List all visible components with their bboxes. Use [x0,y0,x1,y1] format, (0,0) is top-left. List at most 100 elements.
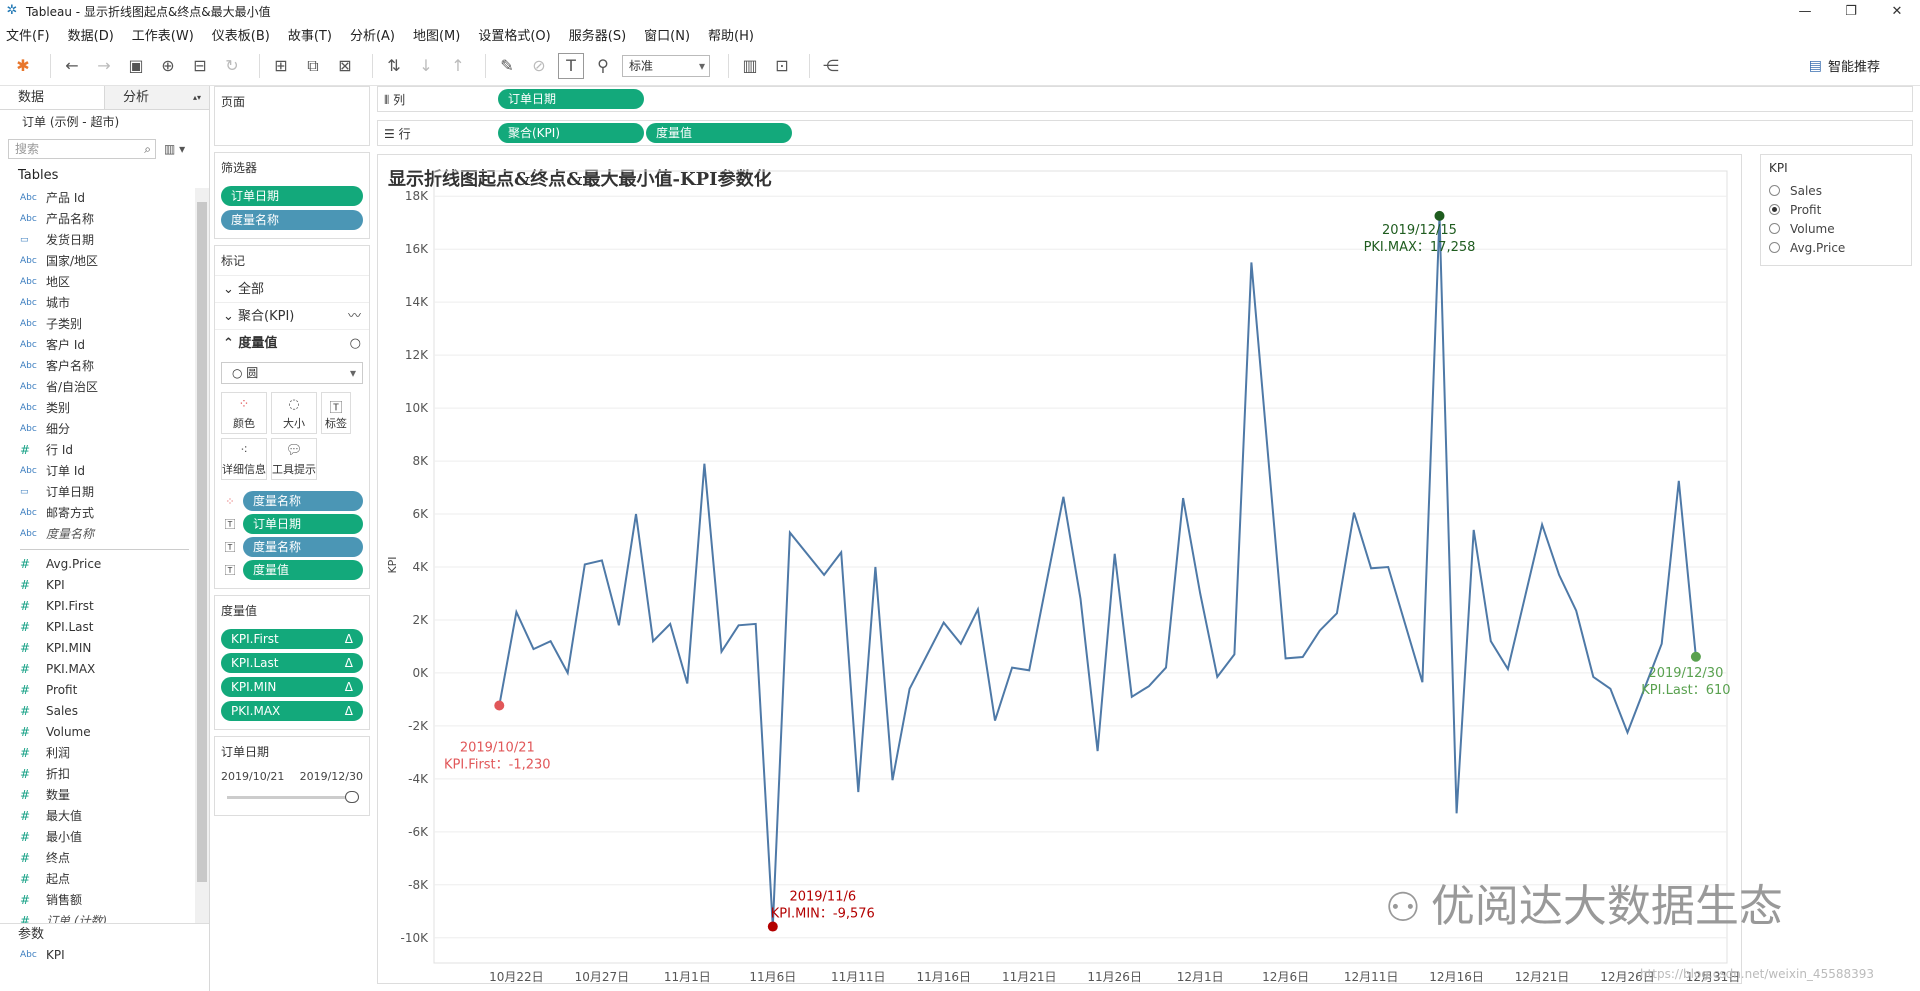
pages-card[interactable]: 页面 [214,86,370,146]
field-item[interactable]: Abc 订单 Id [0,461,209,482]
highlight-icon[interactable]: ✎ [494,53,520,79]
sort-descending-icon[interactable]: ↑ [445,53,471,79]
field-item[interactable]: Abc KPI [0,945,209,966]
label-button[interactable]: 🅃 标签 [321,392,351,434]
fit-select[interactable]: 标准 [622,54,710,77]
refresh-icon[interactable]: ↻ [219,53,245,79]
marks-measure-row[interactable]: ⌃ 度量值 ○ [215,329,369,356]
field-item[interactable]: # 利润 [0,743,209,764]
slider-handle[interactable] [345,791,359,803]
menu-item-7[interactable]: 设置格式(O) [478,25,550,44]
tooltip-button[interactable]: 💬︎ 工具提示 [271,438,317,480]
menu-item-2[interactable]: 工作表(W) [132,25,194,44]
group-icon[interactable]: ⊘ [526,53,552,79]
show-labels-icon[interactable]: T [558,52,584,79]
field-item[interactable]: ▭ 发货日期 [0,230,209,251]
close-button[interactable]: ✕ [1874,0,1920,22]
color-button[interactable]: ⁘ 颜色 [221,392,267,434]
field-item[interactable]: # 折扣 [0,764,209,785]
radio-button[interactable] [1769,204,1780,215]
field-item[interactable]: # PKI.MAX [0,659,209,680]
smart-recommend-button[interactable]: ▤ 智能推荐 [1809,56,1880,76]
measure-pill-kpi-min[interactable]: KPI.MIN Δ [221,677,363,697]
rows-pill-agg-kpi[interactable]: 聚合(KPI) [498,123,644,143]
columns-shelf[interactable]: ⦀ 列 订单日期 [377,86,1913,112]
view-list-icon[interactable]: ▥ ▾ [164,142,185,156]
field-item[interactable]: Abc 细分 [0,419,209,440]
mark-pill-order-date[interactable]: 订单日期 [243,514,363,534]
tableau-home-icon[interactable]: ✱ [10,53,36,79]
filters-card[interactable]: 筛选器 订单日期 度量名称 [214,152,370,239]
menu-item-6[interactable]: 地图(M) [413,25,460,44]
field-item[interactable]: Abc 客户名称 [0,356,209,377]
search-input[interactable]: 搜索 ⌕ [8,139,156,159]
menu-item-3[interactable]: 仪表板(B) [212,25,270,44]
menu-item-5[interactable]: 分析(A) [350,25,395,44]
field-item[interactable]: # KPI.First [0,596,209,617]
field-item[interactable]: Abc 省/自治区 [0,377,209,398]
kpi-option-sales[interactable]: Sales [1761,181,1911,200]
kpi-option-avg-price[interactable]: Avg.Price [1761,238,1911,257]
new-worksheet-icon[interactable]: ⊞ [268,53,294,79]
field-item[interactable]: Abc 类别 [0,398,209,419]
field-item[interactable]: Abc 城市 [0,293,209,314]
menu-item-8[interactable]: 服务器(S) [569,25,626,44]
field-item[interactable]: # 终点 [0,848,209,869]
measure-pill-kpi-last[interactable]: KPI.Last Δ [221,653,363,673]
clear-sheet-icon[interactable]: ⊠ [332,53,358,79]
field-item[interactable]: # 订单 (计数) [0,911,209,923]
swap-axes-icon[interactable]: ⇅ [381,53,407,79]
fix-axes-icon[interactable]: ⚲ [590,53,616,79]
marks-all-row[interactable]: ⌄ 全部 [215,275,369,302]
field-item[interactable]: Abc 地区 [0,272,209,293]
field-item[interactable]: Abc 度量名称 [0,524,209,545]
field-item[interactable]: Abc 产品名称 [0,209,209,230]
field-item[interactable]: Abc 客户 Id [0,335,209,356]
detail-button[interactable]: ⁖ 详细信息 [221,438,267,480]
field-item[interactable]: # KPI.Last [0,617,209,638]
date-range-slider[interactable] [227,789,359,805]
presentation-mode-icon[interactable]: ⊡ [769,53,795,79]
field-item[interactable]: # 行 Id [0,440,209,461]
field-item[interactable]: # KPI [0,575,209,596]
mark-type-select[interactable]: ○ 圆 [221,362,363,384]
undo-icon[interactable]: ← [59,53,85,79]
share-icon[interactable]: ⋲ [818,53,844,79]
field-item[interactable]: # 销售额 [0,890,209,911]
field-item[interactable]: # Sales [0,701,209,722]
radio-button[interactable] [1769,185,1780,196]
radio-button[interactable] [1769,242,1780,253]
measure-pill-pki-max[interactable]: PKI.MAX Δ [221,701,363,721]
field-item[interactable]: Abc 产品 Id [0,188,209,209]
rows-pill-measure-values[interactable]: 度量值 [646,123,792,143]
menu-item-10[interactable]: 帮助(H) [708,25,754,44]
scrollbar-thumb[interactable] [197,202,207,882]
tab-data[interactable]: 数据 [0,86,104,109]
field-item[interactable]: # 最大值 [0,806,209,827]
minimize-button[interactable]: — [1782,0,1828,22]
field-item[interactable]: # 最小值 [0,827,209,848]
menu-item-0[interactable]: 文件(F) [6,25,50,44]
field-item[interactable]: Abc 邮寄方式 [0,503,209,524]
kpi-option-volume[interactable]: Volume [1761,219,1911,238]
filter-pill-measure-names[interactable]: 度量名称 [221,210,363,230]
field-item[interactable]: Abc 子类别 [0,314,209,335]
field-item[interactable]: # 起点 [0,869,209,890]
field-item[interactable]: # Avg.Price [0,554,209,575]
filter-pill-order-date[interactable]: 订单日期 [221,186,363,206]
field-item[interactable]: ▭ 订单日期 [0,482,209,503]
duplicate-sheet-icon[interactable]: ⧉ [300,53,326,79]
radio-button[interactable] [1769,223,1780,234]
new-datasource-icon[interactable]: ⊕ [155,53,181,79]
sort-ascending-icon[interactable]: ↓ [413,53,439,79]
tab-analysis[interactable]: 分析 [104,86,209,110]
field-item[interactable]: # KPI.MIN [0,638,209,659]
columns-pill-order-date[interactable]: 订单日期 [498,89,644,109]
rows-shelf[interactable]: ☰ 行 聚合(KPI) 度量值 [377,120,1913,146]
field-item[interactable]: Abc 国家/地区 [0,251,209,272]
measure-pill-kpi-first[interactable]: KPI.First Δ [221,629,363,649]
redo-icon[interactable]: → [91,53,117,79]
field-item[interactable]: # Profit [0,680,209,701]
field-item[interactable]: # Volume [0,722,209,743]
datasource-item[interactable]: 订单 (示例 - 超市) [0,110,209,134]
